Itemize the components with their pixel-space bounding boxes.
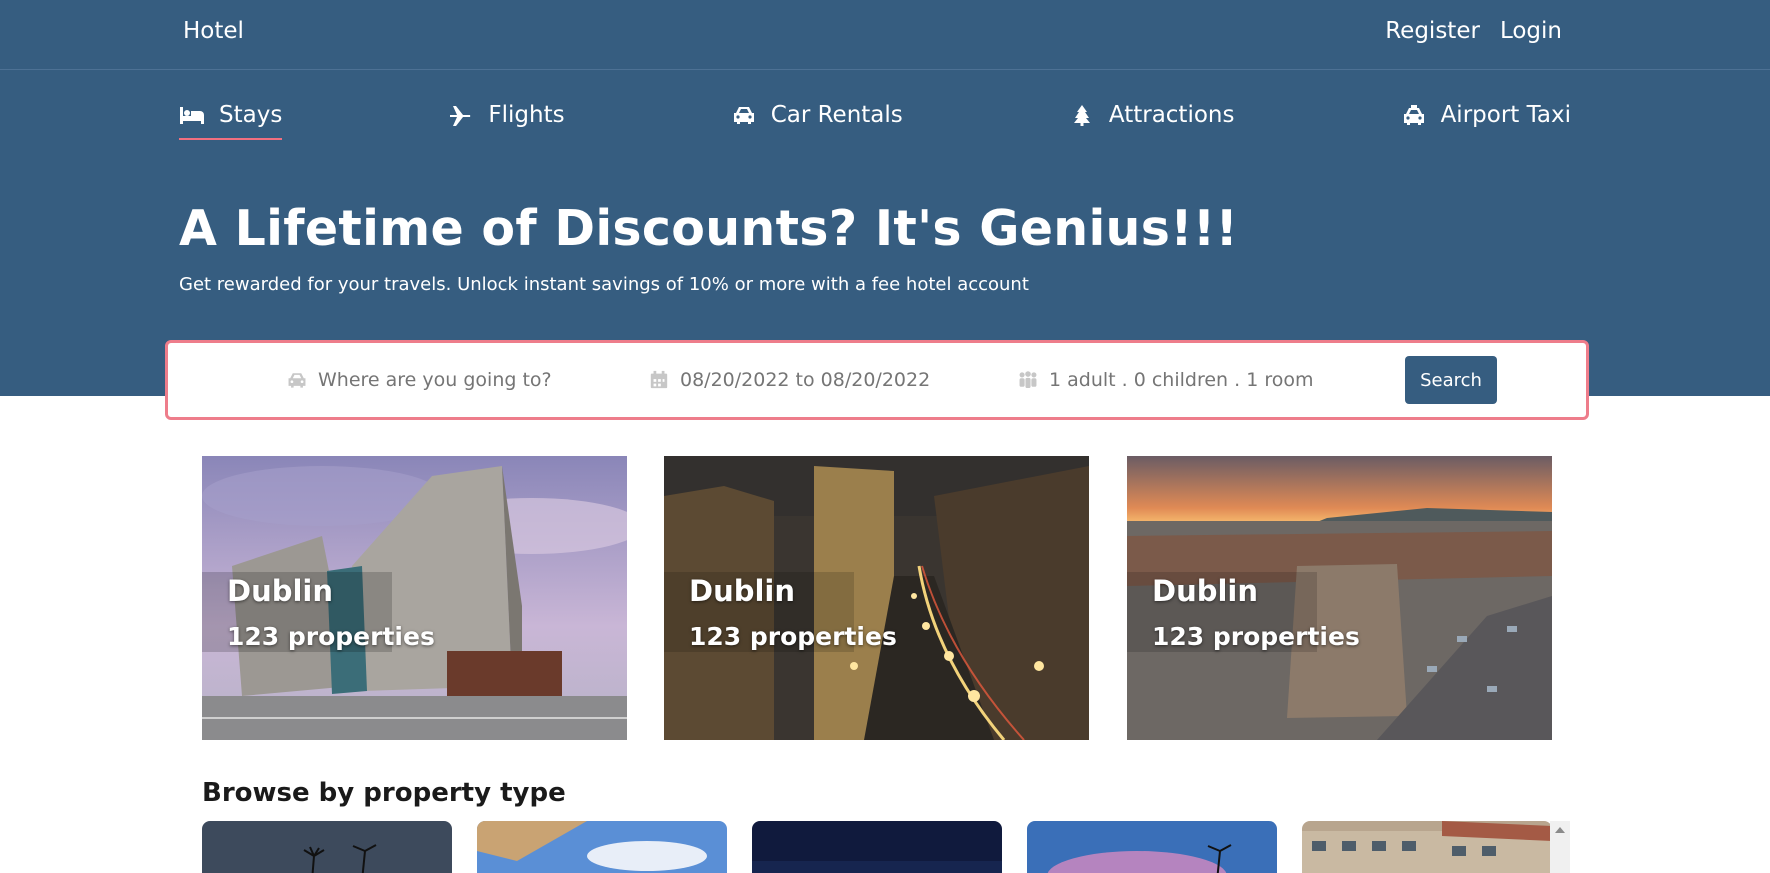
plane-icon: [450, 106, 471, 126]
top-navbar: Hotel Register Login: [0, 0, 1770, 70]
nav-item-stays[interactable]: Stays: [179, 100, 283, 140]
nav-item-label: Car Rentals: [770, 102, 903, 128]
nav-item-label: Airport Taxi: [1440, 102, 1571, 128]
date-range-field[interactable]: 08/20/2022 to 08/20/2022: [648, 369, 930, 391]
date-range-value: 08/20/2022 to 08/20/2022: [680, 369, 931, 391]
nav-item-label: Stays: [219, 102, 283, 128]
featured-properties-count: 123 properties: [227, 622, 435, 651]
destination-field[interactable]: Where are you going to?: [286, 369, 552, 391]
nav-item-attractions[interactable]: Attractions: [1069, 100, 1235, 140]
calendar-icon: [650, 370, 668, 389]
destination-placeholder: Where are you going to?: [318, 369, 552, 391]
tree-icon: [1073, 105, 1090, 126]
property-type-card[interactable]: [752, 821, 1002, 873]
login-link[interactable]: Login: [1500, 18, 1562, 44]
taxi-icon: [1403, 105, 1424, 125]
featured-properties-count: 123 properties: [1152, 622, 1360, 651]
search-bar: Where are you going to? 08/20/2022 to 08…: [165, 340, 1589, 420]
hero-subtitle: Get rewarded for your travels. Unlock in…: [179, 274, 1029, 295]
scrollbar-up-arrow[interactable]: [1550, 821, 1570, 873]
featured-card[interactable]: Dublin 123 properties: [1127, 456, 1552, 740]
nav-item-label: Attractions: [1108, 102, 1235, 128]
featured-city: Dublin: [227, 574, 334, 608]
featured-card[interactable]: Dublin 123 properties: [664, 456, 1089, 740]
nav-item-car-rentals[interactable]: Car Rentals: [731, 100, 903, 140]
property-type-card[interactable]: [1302, 821, 1552, 873]
property-type-card[interactable]: [477, 821, 727, 873]
guests-value: 1 adult . 0 children . 1 room: [1049, 369, 1314, 391]
resort-type-photo: [752, 821, 1002, 873]
featured-properties-count: 123 properties: [689, 622, 897, 651]
car-icon: [733, 107, 754, 124]
hotel-type-photo: [202, 821, 452, 873]
search-button[interactable]: Search: [1405, 356, 1497, 404]
villa-type-photo: [1027, 821, 1277, 873]
featured-city: Dublin: [689, 574, 796, 608]
hero-title: A Lifetime of Discounts? It's Genius!!!: [179, 200, 1239, 257]
people-icon: [1019, 371, 1037, 389]
featured-city: Dublin: [1152, 574, 1259, 608]
guests-field[interactable]: 1 adult . 0 children . 1 room: [1017, 369, 1313, 391]
featured-card[interactable]: Dublin 123 properties: [202, 456, 627, 740]
brand-logo[interactable]: Hotel: [183, 18, 244, 44]
nav-item-label: Flights: [488, 102, 565, 128]
chevron-up-icon: [1555, 827, 1565, 833]
nav-item-airport-taxi[interactable]: Airport Taxi: [1401, 100, 1571, 140]
register-link[interactable]: Register: [1385, 18, 1480, 44]
browse-section-title: Browse by property type: [202, 778, 566, 808]
bed-icon: [180, 107, 204, 124]
apartment-type-photo: [477, 821, 727, 873]
category-nav: Stays Flights Car Rentals Attractions Ai…: [179, 100, 1571, 142]
property-type-card[interactable]: [1027, 821, 1277, 873]
car-icon: [288, 373, 306, 388]
cabin-type-photo: [1302, 821, 1552, 873]
auth-links: Register Login: [1385, 18, 1562, 44]
hero-banner: Hotel Register Login Stays Flights Car R…: [0, 0, 1770, 396]
property-type-card[interactable]: [202, 821, 452, 873]
nav-item-flights[interactable]: Flights: [448, 100, 565, 140]
